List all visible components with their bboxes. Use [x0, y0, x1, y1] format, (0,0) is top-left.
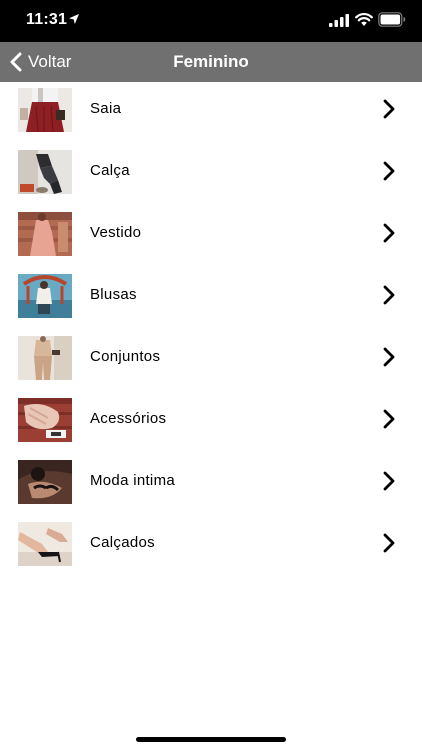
category-label: Calça [90, 162, 130, 179]
category-label: Saia [90, 100, 122, 117]
wifi-icon [355, 13, 373, 26]
category-label: Blusas [90, 286, 137, 303]
category-item-blusas[interactable]: Blusas [0, 268, 422, 330]
home-indicator[interactable] [136, 737, 286, 742]
lingerie-photo [18, 460, 72, 504]
chevron-right-icon [383, 409, 395, 429]
back-button[interactable]: Voltar [8, 42, 71, 82]
category-item-vestido[interactable]: Vestido [0, 206, 422, 268]
chevron-right-icon [383, 471, 395, 491]
category-item-calca[interactable]: Calça [0, 144, 422, 206]
chevron-right-icon [383, 99, 395, 119]
cellular-signal-icon [329, 14, 349, 27]
chevron-right-icon [383, 347, 395, 367]
chevron-right-icon [383, 161, 395, 181]
status-time: 11:31 [26, 11, 68, 28]
dress-photo [18, 212, 72, 256]
skirt-photo [18, 88, 72, 132]
category-label: Conjuntos [90, 348, 161, 365]
category-label: Acessórios [90, 410, 167, 427]
category-label: Calçados [90, 534, 155, 551]
location-arrow-icon [69, 14, 79, 24]
category-label: Vestido [90, 224, 142, 241]
shoes-photo [18, 522, 72, 566]
chevron-right-icon [383, 533, 395, 553]
outfit-set-photo [18, 336, 72, 380]
category-list: Saia Calça Vestido Blusas Conjuntos Aces… [0, 82, 422, 578]
pants-photo [18, 150, 72, 194]
navigation-bar: Voltar Feminino [0, 42, 422, 82]
chevron-left-icon [10, 52, 22, 72]
category-item-moda-intima[interactable]: Moda intima [0, 454, 422, 516]
category-item-saia[interactable]: Saia [0, 82, 422, 144]
chevron-right-icon [383, 223, 395, 243]
battery-icon [378, 12, 406, 27]
category-item-conjuntos[interactable]: Conjuntos [0, 330, 422, 392]
chevron-right-icon [383, 285, 395, 305]
category-item-acessorios[interactable]: Acessórios [0, 392, 422, 454]
blouse-photo [18, 274, 72, 318]
category-label: Moda intima [90, 472, 176, 489]
status-bar: 11:31 [0, 0, 422, 42]
accessories-photo [18, 398, 72, 442]
category-item-calcados[interactable]: Calçados [0, 516, 422, 578]
back-label: Voltar [28, 52, 72, 71]
